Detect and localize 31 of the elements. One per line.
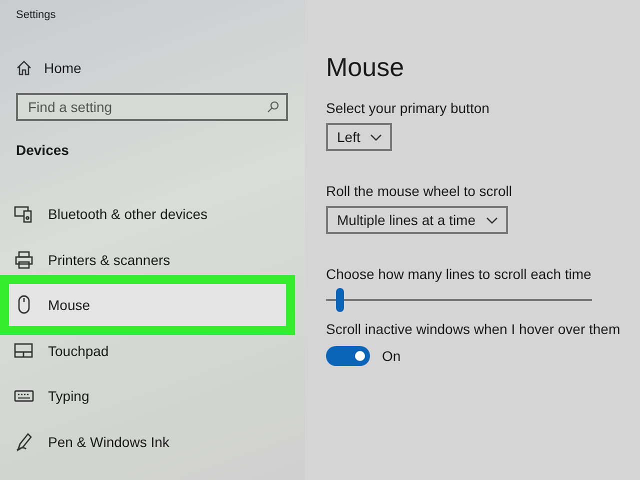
printer-icon <box>14 250 34 268</box>
pen-icon <box>15 432 33 452</box>
touchpad-icon <box>14 342 34 358</box>
toggle-state: On <box>382 348 401 364</box>
home-icon <box>16 60 32 76</box>
mouse-icon <box>17 295 31 315</box>
keyboard-icon <box>14 389 34 403</box>
setting-label: Choose how many lines to scroll each time <box>326 266 592 282</box>
setting-label: Select your primary button <box>326 100 490 116</box>
nav-item[interactable]: Printers & scanners <box>0 244 305 274</box>
dropdown[interactable]: Multiple lines at a time <box>326 206 508 234</box>
nav-item[interactable]: Mouse <box>0 275 295 335</box>
setting-label: Scroll inactive windows when I hover over them <box>326 321 620 337</box>
section-heading: Devices <box>16 142 69 158</box>
nav-item[interactable]: Pen & Windows Ink <box>0 426 305 456</box>
slider[interactable] <box>326 288 592 312</box>
chevron-down-icon <box>370 134 382 140</box>
nav-item[interactable]: Bluetooth & other devices <box>0 199 305 229</box>
devices-icon <box>14 205 34 223</box>
search-field[interactable]: Find a setting <box>16 93 288 121</box>
setting-label: Roll the mouse wheel to scroll <box>326 183 513 199</box>
dropdown[interactable]: Left <box>326 123 392 151</box>
toggle-switch[interactable] <box>326 346 370 366</box>
slider-thumb[interactable] <box>336 288 344 312</box>
window-title: Settings <box>16 9 56 21</box>
nav-item[interactable]: Typing <box>0 381 305 411</box>
nav-item[interactable]: Touchpad <box>0 336 305 366</box>
chevron-down-icon <box>486 216 498 224</box>
home-link[interactable]: Home <box>14 58 84 78</box>
search-icon <box>267 101 279 113</box>
page-title: Mouse <box>326 52 404 83</box>
